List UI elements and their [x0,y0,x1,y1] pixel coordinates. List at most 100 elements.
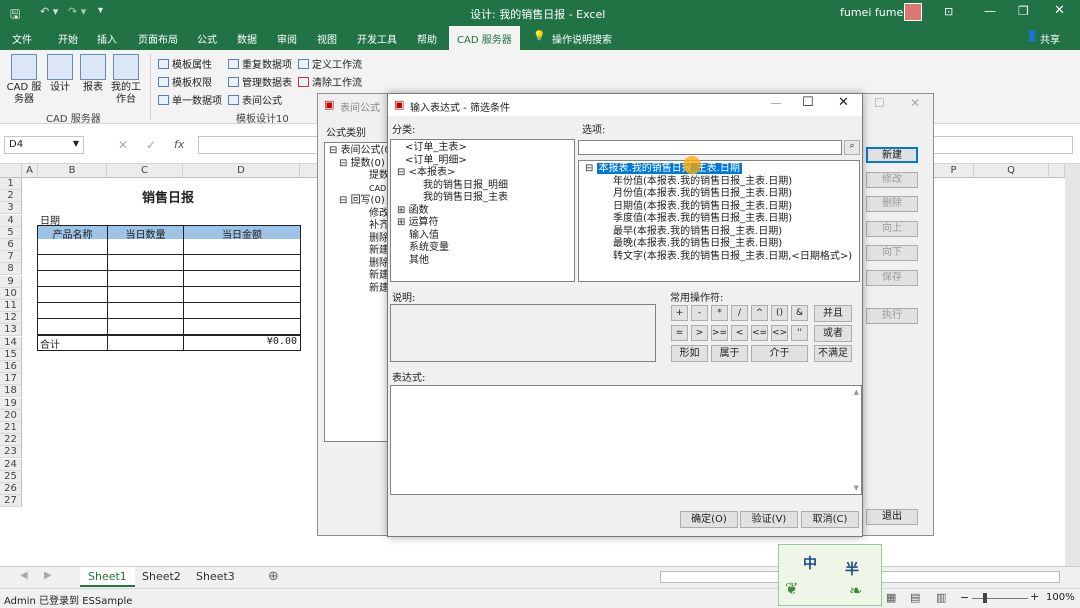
tree-node[interactable]: 输入值 [397,230,574,243]
options-search-input[interactable] [578,140,842,155]
move-down-button[interactable]: 向下 [866,245,918,261]
column-header[interactable]: P [934,164,974,178]
tab-formulas[interactable]: 公式 [197,31,217,46]
row-header[interactable]: 18 [0,385,22,398]
row-header[interactable]: 14 [0,336,22,349]
row-header[interactable]: 24 [0,458,22,471]
total-label-cell[interactable]: 合计 [37,335,108,351]
tree-node[interactable]: <订单_主表> [397,142,574,155]
tab-view[interactable]: 视图 [317,31,337,46]
row-header[interactable]: 27 [0,495,22,508]
row-header[interactable]: 21 [0,422,22,434]
tab-page-layout[interactable]: 页面布局 [138,31,178,46]
row-header[interactable]: 13 [0,324,22,337]
op-lt-button[interactable]: < [731,325,748,341]
tree-node[interactable]: ⊟ <本报表> [397,167,574,180]
undo-icon[interactable]: ↶ ▾ [40,5,58,18]
verify-button[interactable]: 验证(V) [740,511,798,528]
like-button[interactable]: 形如 [671,345,708,362]
scroll-down-icon[interactable]: ▼ [854,484,859,492]
option-item[interactable]: 最晚(本报表.我的销售日报_主表.日期) [585,238,859,251]
row-header[interactable]: 5 [0,226,22,239]
column-header[interactable]: B [38,164,107,178]
zoom-slider[interactable] [972,598,1028,599]
tab-home[interactable]: 开始 [58,31,78,46]
tree-node[interactable]: 删除 [329,258,387,271]
row-header[interactable]: 12 [0,312,22,325]
add-sheet-icon[interactable]: ⊕ [268,569,279,584]
ok-button[interactable]: 确定(O) [680,511,738,528]
header-cell[interactable]: 产品名称 [37,225,108,241]
cad-server-button[interactable]: CAD 服务器 [6,54,42,106]
ribbon-display-icon[interactable]: ⊡ [944,5,953,18]
tree-node[interactable]: 补齐 [329,220,387,233]
cross-table-formula-button[interactable]: 表间公式 [228,92,282,107]
maximize-icon[interactable]: ☐ [802,95,814,110]
page-layout-icon[interactable]: ▤ [910,591,920,604]
close-icon[interactable]: ✕ [838,95,849,110]
zoom-level[interactable]: 100% [1046,592,1075,603]
report-title[interactable]: 销售日报 [142,187,194,206]
clear-workflow-button[interactable]: 清除工作流 [298,74,362,89]
not-button[interactable]: 不满足 [814,345,852,362]
and-button[interactable]: 并且 [814,305,852,322]
zoom-in-icon[interactable]: + [1030,590,1039,603]
tree-node[interactable]: ⊟ 表间公式(0 [329,145,387,158]
row-header[interactable]: 16 [0,361,22,373]
tab-insert[interactable]: 插入 [97,31,117,46]
category-tree[interactable]: <订单_主表> <订单_明细> ⊟ <本报表> 我的销售日报_明细 我的销售日报… [390,139,575,282]
workbench-button[interactable]: 我的工作台 [107,54,145,106]
manage-tables-button[interactable]: 管理数据表 [228,74,292,89]
row-header[interactable]: 11 [0,300,22,312]
row-header[interactable]: 9 [0,275,22,288]
op-divide-button[interactable]: / [731,305,748,321]
redo-icon[interactable]: ↷ ▾ [68,5,86,18]
op-quote-button[interactable]: '' [791,325,808,341]
sheet-tab[interactable]: Sheet3 [188,567,243,587]
tree-node[interactable]: 删除 [329,233,387,246]
header-cell[interactable]: 当日数量 [107,225,184,241]
tree-node-selected[interactable]: ⊟ 本报表.我的销售日报_主表.日期 [585,163,859,176]
column-header[interactable]: D [183,164,300,178]
column-header-blank[interactable] [1049,164,1065,178]
restore-icon[interactable]: ❐ [1018,4,1029,18]
op-neq-button[interactable]: <> [771,325,788,341]
close-icon[interactable]: ✕ [910,96,920,110]
scroll-up-icon[interactable]: ▲ [854,388,859,396]
op-equal-button[interactable]: = [671,325,688,341]
sheet-tab[interactable]: Sheet1 [80,567,135,587]
execute-button[interactable]: 执行 [866,308,918,324]
zoom-slider-thumb[interactable] [983,593,987,603]
move-up-button[interactable]: 向上 [866,221,918,237]
tree-node[interactable]: ⊟ 提数(0) [329,158,387,171]
tree-node[interactable]: 我的销售日报_明细 [397,180,574,193]
row-header[interactable]: 25 [0,470,22,483]
tree-node[interactable]: 其他 [397,255,574,268]
repeat-data-item-button[interactable]: 重复数据项 [228,56,292,71]
tree-node[interactable]: 修改 [329,208,387,221]
op-multiply-button[interactable]: * [711,305,728,321]
avatar[interactable] [904,3,922,21]
prev-sheet-icon[interactable]: ◀ [20,570,28,581]
select-all-corner[interactable] [0,164,22,178]
tab-review[interactable]: 审阅 [277,31,297,46]
column-header[interactable]: C [107,164,183,178]
tree-node[interactable]: 新建 [329,283,387,296]
row-header[interactable]: 15 [0,348,22,361]
row-header[interactable]: 2 [0,190,22,203]
page-break-icon[interactable]: ▥ [936,591,946,604]
delete-button[interactable]: 删除 [866,196,918,212]
share-icon[interactable]: 👤 [1026,31,1038,42]
save-button[interactable]: 保存 [866,270,918,286]
options-tree[interactable]: ⊟ 本报表.我的销售日报_主表.日期 年份值(本报表.我的销售日报_主表.日期)… [578,160,860,282]
row-header[interactable]: 23 [0,446,22,459]
design-button[interactable]: 设计 [42,54,78,94]
row-header[interactable]: 3 [0,202,22,215]
tab-developer[interactable]: 开发工具 [357,31,397,46]
cancel-button[interactable]: 取消(C) [801,511,859,528]
tree-node[interactable]: ⊟ 回写(0) [329,195,387,208]
normal-view-icon[interactable]: ▦ [886,591,896,604]
tree-node[interactable]: ⊞ 函数 [397,205,574,218]
data-grid[interactable] [37,239,301,336]
op-plus-button[interactable]: + [671,305,688,321]
